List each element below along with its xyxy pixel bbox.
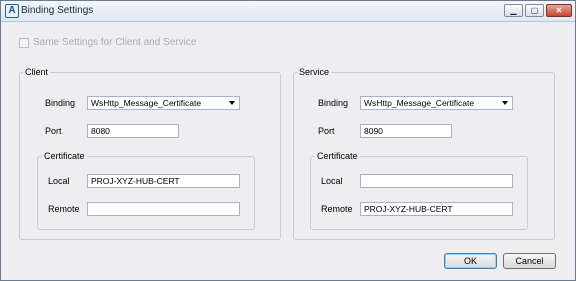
client-port-input[interactable]: 8080: [87, 124, 179, 138]
service-certificate-group: [310, 156, 528, 230]
chevron-down-icon: [229, 101, 235, 105]
service-local-input[interactable]: [360, 174, 513, 188]
service-port-input[interactable]: 8090: [360, 124, 452, 138]
service-port-label: Port: [318, 126, 335, 136]
client-certificate-group: [37, 156, 255, 230]
maximize-button[interactable]: ▢: [525, 4, 544, 17]
client-remote-input[interactable]: [87, 202, 240, 216]
minimize-icon: ▁: [510, 6, 517, 15]
client-port-label: Port: [45, 126, 62, 136]
service-binding-value: WsHttp_Message_Certificate: [364, 98, 475, 108]
client-binding-value: WsHttp_Message_Certificate: [91, 98, 202, 108]
client-remote-label: Remote: [48, 204, 80, 214]
chevron-down-icon: [502, 101, 508, 105]
same-settings-checkbox[interactable]: [19, 38, 29, 48]
service-remote-input[interactable]: PROJ-XYZ-HUB-CERT: [360, 202, 513, 216]
title-bar[interactable]: A Binding Settings ▁ ▢ ✕: [1, 1, 575, 22]
service-group-title: Service: [297, 67, 332, 77]
binding-settings-window: A Binding Settings ▁ ▢ ✕ Same Settings f…: [0, 0, 576, 281]
service-binding-label: Binding: [318, 98, 349, 108]
service-binding-dropdown[interactable]: WsHttp_Message_Certificate: [360, 96, 513, 110]
client-binding-label: Binding: [45, 98, 76, 108]
client-binding-dropdown[interactable]: WsHttp_Message_Certificate: [87, 96, 240, 110]
client-local-label: Local: [48, 176, 70, 186]
service-certificate-title: Certificate: [315, 151, 360, 161]
service-remote-label: Remote: [321, 204, 353, 214]
cancel-button[interactable]: Cancel: [503, 253, 556, 269]
client-local-input[interactable]: PROJ-XYZ-HUB-CERT: [87, 174, 240, 188]
service-local-label: Local: [321, 176, 343, 186]
window-title: Binding Settings: [21, 5, 94, 16]
same-settings-label: Same Settings for Client and Service: [33, 37, 197, 48]
minimize-button[interactable]: ▁: [504, 4, 523, 17]
maximize-icon: ▢: [530, 6, 539, 15]
ok-button[interactable]: OK: [444, 253, 497, 269]
close-button[interactable]: ✕: [546, 4, 572, 17]
client-certificate-title: Certificate: [42, 151, 87, 161]
close-icon: ✕: [555, 6, 563, 15]
client-group-title: Client: [23, 67, 51, 77]
app-logo-icon: A: [5, 4, 19, 18]
